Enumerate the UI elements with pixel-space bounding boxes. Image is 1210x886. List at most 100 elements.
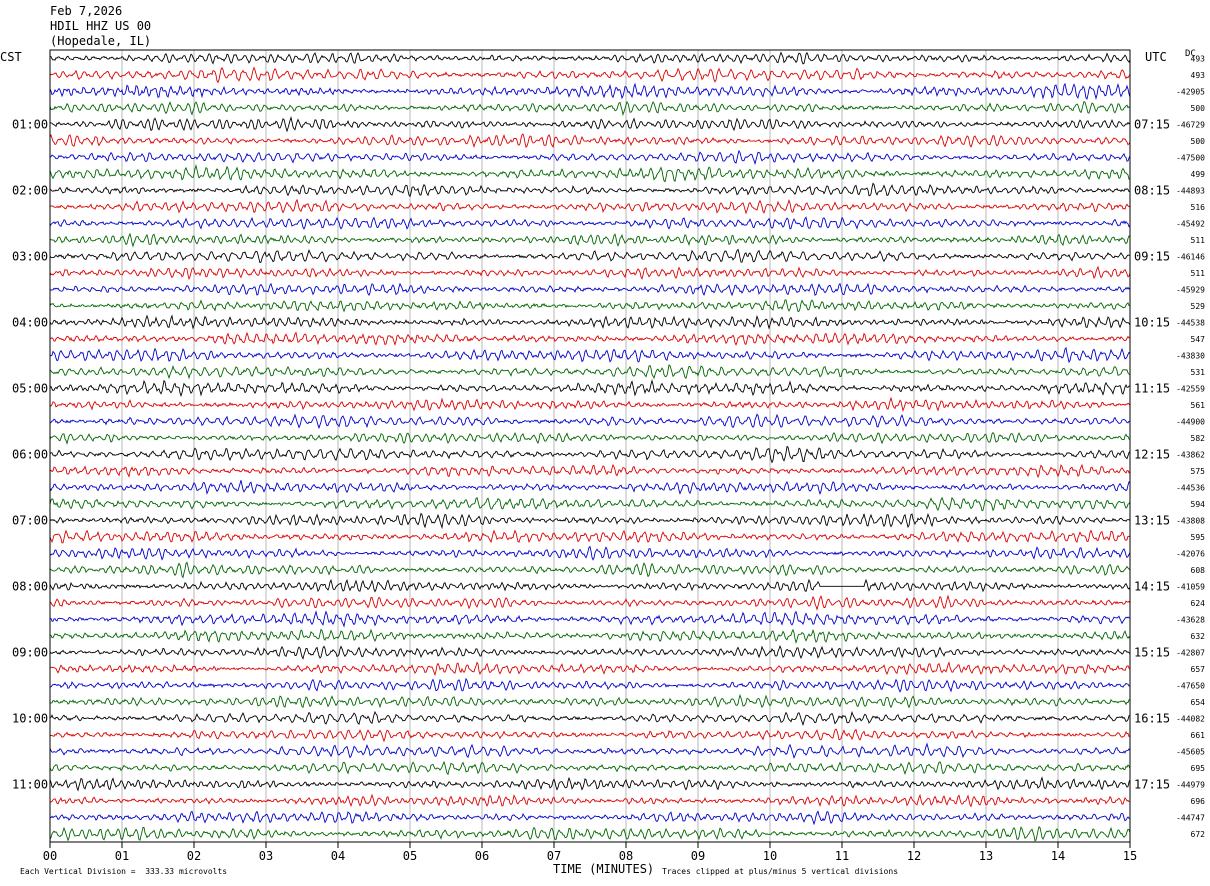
utc-hour-labels: 07:15 08:15 09:15 10:15 11:15 12:15 13:15 14:15…: [1134, 117, 1170, 791]
dc-offset-label: 493: [1191, 71, 1206, 80]
trace-line: [49, 413, 1131, 430]
cst-hour-label: 01:00: [12, 117, 48, 131]
x-tick-label: 05: [403, 849, 417, 863]
trace-line: [49, 776, 1131, 792]
trace-line: [49, 346, 1131, 364]
cst-hour-label: 11:00: [12, 777, 48, 791]
seismic-traces: [49, 51, 1131, 842]
trace-line: [49, 182, 1131, 198]
trace-line: [49, 364, 1131, 380]
minute-gridlines: [121, 50, 1059, 842]
trace-line: [49, 314, 1131, 330]
dc-offset-label: 654: [1191, 698, 1206, 707]
trace-line: [49, 710, 1131, 727]
trace-line: [49, 677, 1131, 693]
dc-offset-label: 661: [1191, 731, 1206, 740]
x-tick-label: 01: [115, 849, 129, 863]
dc-offset-label: -44538: [1176, 318, 1205, 327]
cst-hour-label: 02:00: [12, 183, 48, 197]
dc-offset-label: -42559: [1176, 384, 1205, 393]
trace-line: [49, 331, 1131, 347]
trace-line: [49, 248, 1131, 264]
trace-line: [49, 578, 1131, 593]
dc-offset-label: -42076: [1176, 549, 1205, 558]
trace-line: [49, 661, 1131, 677]
dc-offset-label: -44979: [1176, 780, 1205, 789]
trace-line: [49, 82, 1131, 101]
dc-offset-label: -44747: [1176, 813, 1205, 822]
x-tick-label: 15: [1123, 849, 1137, 863]
dc-offset-label: 595: [1191, 533, 1206, 542]
scale-note: Each Vertical Division = 333.33 microvol…: [20, 867, 228, 876]
x-tick-label: 03: [259, 849, 273, 863]
dc-offset-label: 695: [1191, 764, 1206, 773]
trace-line: [49, 133, 1131, 149]
utc-hour-label: 12:15: [1134, 447, 1170, 461]
trace-line: [49, 512, 1131, 530]
trace-line: [49, 610, 1131, 628]
dc-offset-label: -43628: [1176, 615, 1205, 624]
dc-offset-label: -45605: [1176, 747, 1205, 756]
x-tick-label: 09: [691, 849, 705, 863]
x-axis-ticks: [49, 842, 1131, 848]
trace-line: [49, 216, 1131, 230]
cst-hour-label: 07:00: [12, 513, 48, 527]
cst-hour-label: 03:00: [12, 249, 48, 263]
cst-hour-label: 08:00: [12, 579, 48, 593]
x-axis-tick-labels: 00 01 02 03 04 05 06 07 08 09 10 11 12 13 14 15: [43, 849, 1137, 863]
trace-line: [49, 198, 1131, 215]
x-tick-label: 11: [835, 849, 849, 863]
trace-line: [49, 594, 1131, 611]
cst-hour-labels: 01:00 02:00 03:00 04:00 05:00 06:00 07:00 08:00…: [12, 117, 48, 791]
dc-offset-label: 632: [1191, 632, 1206, 641]
cst-hour-label: 04:00: [12, 315, 48, 329]
cst-hour-label: 09:00: [12, 645, 48, 659]
x-tick-label: 14: [1051, 849, 1065, 863]
x-axis-label: TIME (MINUTES): [553, 862, 655, 876]
plot-frame: [49, 49, 1131, 843]
dc-offset-label: 575: [1191, 467, 1206, 476]
dc-offset-label: 624: [1191, 599, 1206, 608]
cst-hour-label: 10:00: [12, 711, 48, 725]
utc-hour-label: 09:15: [1134, 249, 1170, 263]
dc-offset-label: 499: [1191, 170, 1206, 179]
dc-offset-label: -44900: [1176, 417, 1205, 426]
dc-offset-label: 561: [1191, 401, 1206, 410]
trace-line: [49, 480, 1131, 495]
trace-line: [49, 693, 1130, 709]
trace-line: [49, 742, 1131, 759]
trace-line: [49, 299, 1131, 313]
trace-line: [49, 810, 1131, 826]
utc-hour-label: 14:15: [1134, 579, 1170, 593]
dc-offset-label: 594: [1191, 500, 1206, 509]
dc-offset-label: -46729: [1176, 120, 1205, 129]
trace-line: [49, 644, 1131, 660]
dc-offset-label: -46146: [1176, 252, 1205, 261]
dc-offset-label: -43808: [1176, 516, 1205, 525]
dc-offset-label: 529: [1191, 302, 1206, 311]
x-tick-label: 12: [907, 849, 921, 863]
dc-offset-label: 500: [1191, 104, 1206, 113]
dc-offset-label: 500: [1191, 137, 1206, 146]
dc-offset-label: 531: [1191, 368, 1206, 377]
dc-offset-label: -41059: [1176, 582, 1205, 591]
utc-hour-label: 17:15: [1134, 777, 1170, 791]
dc-offset-label: 516: [1191, 203, 1206, 212]
trace-line: [49, 265, 1131, 281]
trace-line: [49, 66, 1131, 84]
utc-hour-label: 10:15: [1134, 315, 1170, 329]
dc-offset-label: 511: [1191, 236, 1206, 245]
trace-line: [49, 431, 1131, 445]
trace-line: [49, 561, 1131, 579]
clip-note: Traces clipped at plus/minus 5 vertical …: [662, 867, 899, 876]
x-tick-label: 00: [43, 849, 57, 863]
cst-hour-label: 05:00: [12, 381, 48, 395]
dc-offset-label: 696: [1191, 797, 1206, 806]
trace-line: [49, 496, 1131, 512]
trace-line: [49, 51, 1131, 65]
x-tick-label: 06: [475, 849, 489, 863]
dc-offset-label: -44536: [1176, 483, 1205, 492]
dc-offset-label: -44082: [1176, 714, 1205, 723]
utc-hour-label: 13:15: [1134, 513, 1170, 527]
trace-line: [49, 793, 1131, 808]
